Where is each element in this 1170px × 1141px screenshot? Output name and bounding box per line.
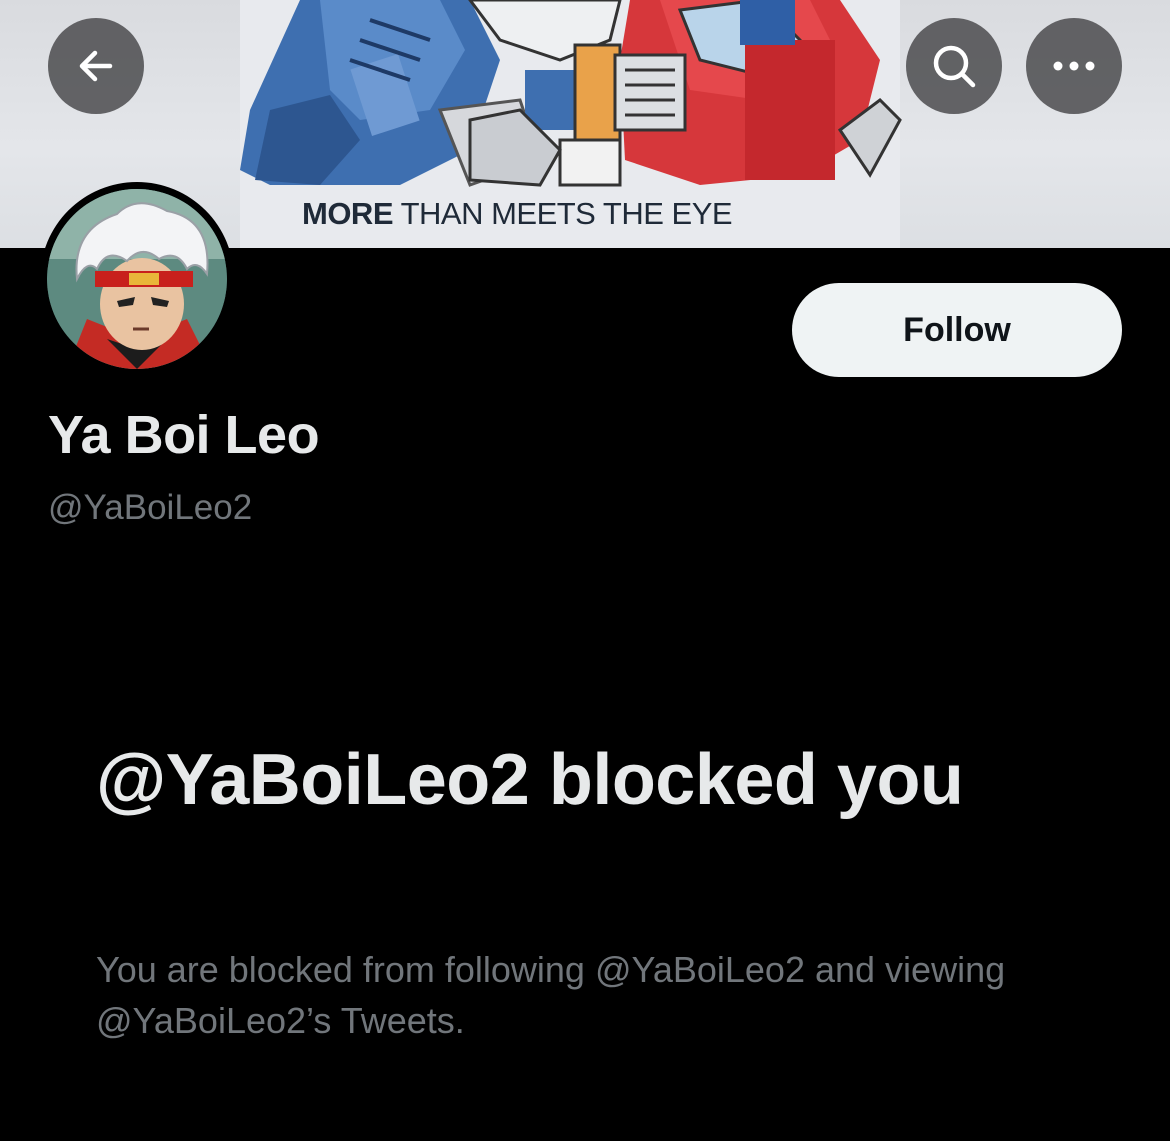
avatar[interactable] [40, 182, 234, 376]
follow-button[interactable]: Follow [792, 283, 1122, 377]
banner-tagline-rest: THAN MEETS THE EYE [400, 196, 733, 231]
arrow-left-icon [79, 50, 113, 82]
more-horizontal-icon [1053, 61, 1095, 71]
profile-page: MORE THAN MEETS THE EYE Follow Ya Boi Le… [0, 0, 1170, 1141]
banner-tagline: MORE THAN MEETS THE EYE [302, 196, 733, 232]
profile-handle: @YaBoiLeo2 [48, 488, 253, 527]
back-button[interactable] [48, 18, 144, 114]
search-button[interactable] [906, 18, 1002, 114]
avatar-image [47, 189, 227, 369]
blocked-title: @YaBoiLeo2 blocked you [96, 740, 964, 820]
banner-tagline-bold: MORE [302, 196, 394, 231]
blocked-description: You are blocked from following @YaBoiLeo… [96, 949, 1006, 1041]
search-icon [933, 45, 976, 88]
more-options-button[interactable] [1026, 18, 1122, 114]
display-name: Ya Boi Leo [48, 405, 320, 465]
